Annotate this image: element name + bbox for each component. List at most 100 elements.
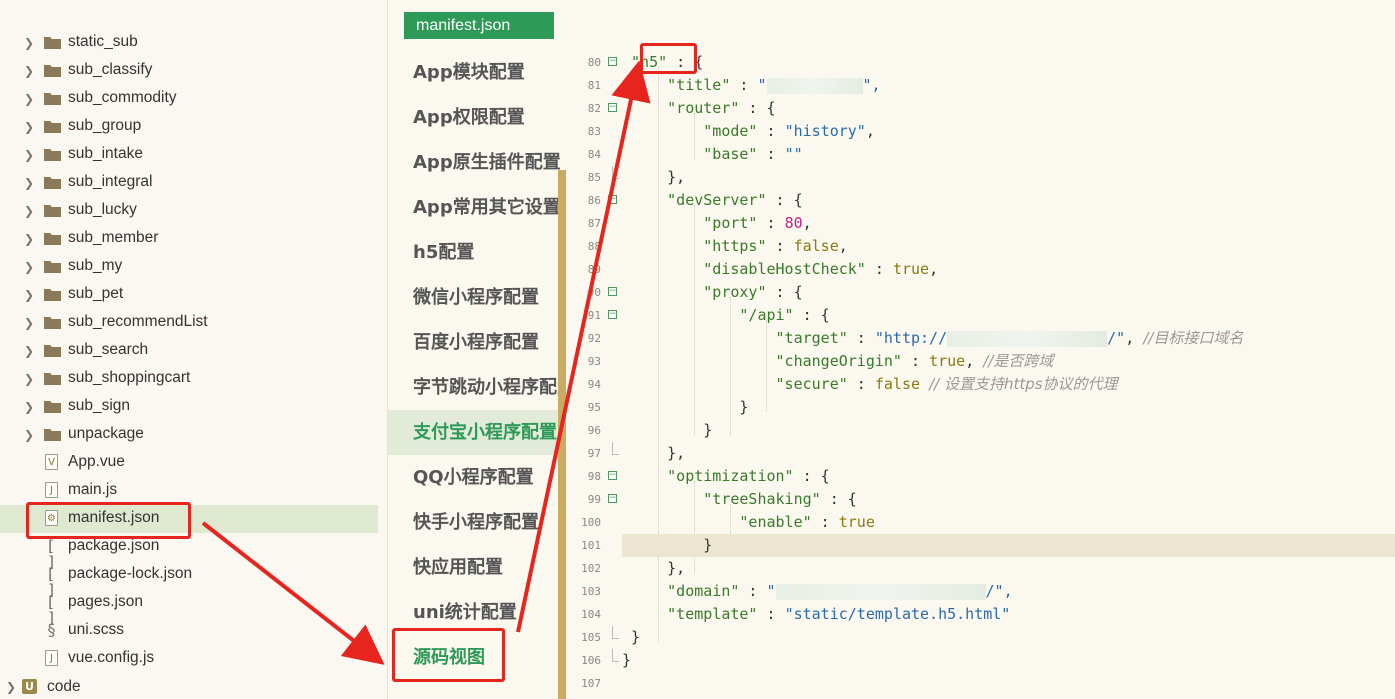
tree-folder-sub_search[interactable]: ❯ sub_search xyxy=(0,337,378,365)
chevron-right-icon[interactable]: ❯ xyxy=(24,177,36,189)
tree-item-label: pages.json xyxy=(68,593,143,610)
code-line[interactable]: 86− "devServer" : { xyxy=(567,189,1395,212)
tree-folder-sub_sign[interactable]: ❯ sub_sign xyxy=(0,393,378,421)
chevron-right-icon[interactable]: ❯ xyxy=(24,65,36,77)
chevron-right-icon[interactable]: ❯ xyxy=(6,681,18,693)
chevron-right-icon[interactable]: ❯ xyxy=(24,93,36,105)
nav-item[interactable]: 快手小程序配置 xyxy=(388,500,560,545)
code-token: "h5" xyxy=(631,53,668,71)
fold-toggle-icon[interactable]: − xyxy=(608,103,617,112)
fold-end-marker xyxy=(612,442,619,455)
nav-item[interactable]: App原生插件配置 xyxy=(388,140,560,185)
nav-item[interactable]: 支付宝小程序配置 xyxy=(388,410,560,455)
nav-item[interactable]: 微信小程序配置 xyxy=(388,275,560,320)
nav-scrollbar[interactable] xyxy=(558,170,566,699)
nav-item[interactable]: h5配置 xyxy=(388,230,560,275)
chevron-right-icon[interactable]: ❯ xyxy=(24,233,36,245)
tree-file-pages-json[interactable]: [ ] pages.json xyxy=(0,589,378,626)
tree-folder-sub_my[interactable]: ❯ sub_my xyxy=(0,253,378,281)
code-line[interactable]: 105 } xyxy=(567,626,1395,649)
tree-file-package-lock-json[interactable]: [ ] package-lock.json xyxy=(0,561,378,598)
code-line[interactable]: 88 "https" : false, xyxy=(567,235,1395,258)
code-line[interactable]: 94 "secure" : false // 设置支持https协议的代理 xyxy=(567,373,1395,396)
source-code-editor[interactable]: 80− "h5" : {81 "title" : " ", 82− "router"… xyxy=(567,44,1395,699)
fold-toggle-icon[interactable]: − xyxy=(608,471,617,480)
chevron-right-icon[interactable]: ❯ xyxy=(24,149,36,161)
code-line[interactable]: 82− "router" : { xyxy=(567,97,1395,120)
chevron-right-icon[interactable]: ❯ xyxy=(24,345,36,357)
code-line[interactable]: 83 "mode" : "history", xyxy=(567,120,1395,143)
tree-file-uni-scss[interactable]: § uni.scss xyxy=(0,617,378,645)
code-line[interactable]: 84 "base" : "" xyxy=(567,143,1395,166)
nav-item[interactable]: App权限配置 xyxy=(388,95,560,140)
code-line[interactable]: 101 } xyxy=(567,534,1395,557)
code-token: //目标接口域名 xyxy=(1143,329,1244,347)
code-line[interactable]: 89 "disableHostCheck" : true, xyxy=(567,258,1395,281)
fold-toggle-icon[interactable]: − xyxy=(608,310,617,319)
nav-item[interactable]: QQ小程序配置 xyxy=(388,455,560,500)
tree-item-code-project[interactable]: ❯ U code xyxy=(0,675,378,699)
nav-item[interactable]: uni统计配置 xyxy=(388,590,560,635)
fold-toggle-icon[interactable]: − xyxy=(608,195,617,204)
fold-toggle-icon[interactable]: − xyxy=(608,57,617,66)
tree-folder-sub_shoppingcart[interactable]: ❯ sub_shoppingcart xyxy=(0,365,378,393)
code-line[interactable]: 93 "changeOrigin" : true, //是否跨域 xyxy=(567,350,1395,373)
code-line[interactable]: 102 }, xyxy=(567,557,1395,580)
chevron-right-icon[interactable]: ❯ xyxy=(24,317,36,329)
code-line[interactable]: 81 "title" : " ", xyxy=(567,74,1395,97)
nav-item[interactable]: 百度小程序配置 xyxy=(388,320,560,365)
tree-file-main-js[interactable]: Jmain.js xyxy=(0,477,378,505)
chevron-right-icon[interactable]: ❯ xyxy=(24,261,36,273)
code-line[interactable]: 107 xyxy=(567,672,1395,695)
json-brackets-icon: [ ] xyxy=(48,537,56,571)
tree-file-manifest-json[interactable]: ⚙ manifest.json xyxy=(0,505,378,533)
code-line[interactable]: 80− "h5" : { xyxy=(567,51,1395,74)
tree-folder-sub_integral[interactable]: ❯ sub_integral xyxy=(0,169,378,197)
tree-folder-sub_intake[interactable]: ❯ sub_intake xyxy=(0,141,378,169)
code-line[interactable]: 99− "treeShaking" : { xyxy=(567,488,1395,511)
chevron-right-icon[interactable]: ❯ xyxy=(24,121,36,133)
nav-item[interactable]: App常用其它设置 xyxy=(388,185,560,230)
tree-folder-sub_classify[interactable]: ❯ sub_classify xyxy=(0,57,378,85)
tree-folder-sub_pet[interactable]: ❯ sub_pet xyxy=(0,281,378,309)
nav-item[interactable]: 源码视图 xyxy=(388,635,560,680)
chevron-right-icon[interactable]: ❯ xyxy=(24,289,36,301)
tree-folder-sub_group[interactable]: ❯ sub_group xyxy=(0,113,378,141)
tree-file-App-vue[interactable]: V App.vue xyxy=(0,449,378,477)
tree-item-label: code xyxy=(47,678,81,695)
chevron-right-icon[interactable]: ❯ xyxy=(24,37,36,49)
code-line[interactable]: 90− "proxy" : { xyxy=(567,281,1395,304)
code-line[interactable]: 95 } xyxy=(567,396,1395,419)
code-line[interactable]: 87 "port" : 80, xyxy=(567,212,1395,235)
chevron-right-icon[interactable]: ❯ xyxy=(24,429,36,441)
code-line[interactable]: 104 "template" : "static/template.h5.htm… xyxy=(567,603,1395,626)
code-line[interactable]: 91− "/api" : { xyxy=(567,304,1395,327)
tree-folder-sub_lucky[interactable]: ❯ sub_lucky xyxy=(0,197,378,225)
tree-folder-static_sub[interactable]: ❯ static_sub xyxy=(0,29,378,57)
code-line[interactable]: 96 } xyxy=(567,419,1395,442)
code-line[interactable]: 92 "target" : "http:///", //目标接口域名 xyxy=(567,327,1395,350)
code-token: true xyxy=(929,352,966,370)
code-line[interactable]: 97 }, xyxy=(567,442,1395,465)
code-line[interactable]: 103 "domain" : "/", xyxy=(567,580,1395,603)
tree-file-vue-config-js[interactable]: Jvue.config.js xyxy=(0,645,378,673)
code-line[interactable]: 98− "optimization" : { xyxy=(567,465,1395,488)
fold-toggle-icon[interactable]: − xyxy=(608,494,617,503)
nav-item[interactable]: 字节跳动小程序配置 xyxy=(388,365,560,410)
tree-folder-sub_recommendList[interactable]: ❯ sub_recommendList xyxy=(0,309,378,337)
fold-toggle-icon[interactable]: − xyxy=(608,287,617,296)
tree-folder-unpackage[interactable]: ❯ unpackage xyxy=(0,421,378,449)
code-line[interactable]: 85 }, xyxy=(567,166,1395,189)
tree-file-package-json[interactable]: [ ] package.json xyxy=(0,533,378,571)
nav-item[interactable]: 快应用配置 xyxy=(388,545,560,590)
manifest-json-tab[interactable]: manifest.json xyxy=(404,12,554,39)
tree-folder-sub_commodity[interactable]: ❯ sub_commodity xyxy=(0,85,378,113)
chevron-right-icon[interactable]: ❯ xyxy=(24,401,36,413)
tree-folder-sub_member[interactable]: ❯ sub_member xyxy=(0,225,378,253)
code-line[interactable]: 100 "enable" : true xyxy=(567,511,1395,534)
chevron-right-icon[interactable]: ❯ xyxy=(24,373,36,385)
code-line[interactable]: 106} xyxy=(567,649,1395,672)
chevron-right-icon[interactable]: ❯ xyxy=(24,205,36,217)
line-number: 85 xyxy=(587,171,601,184)
nav-item[interactable]: App模块配置 xyxy=(388,50,560,95)
